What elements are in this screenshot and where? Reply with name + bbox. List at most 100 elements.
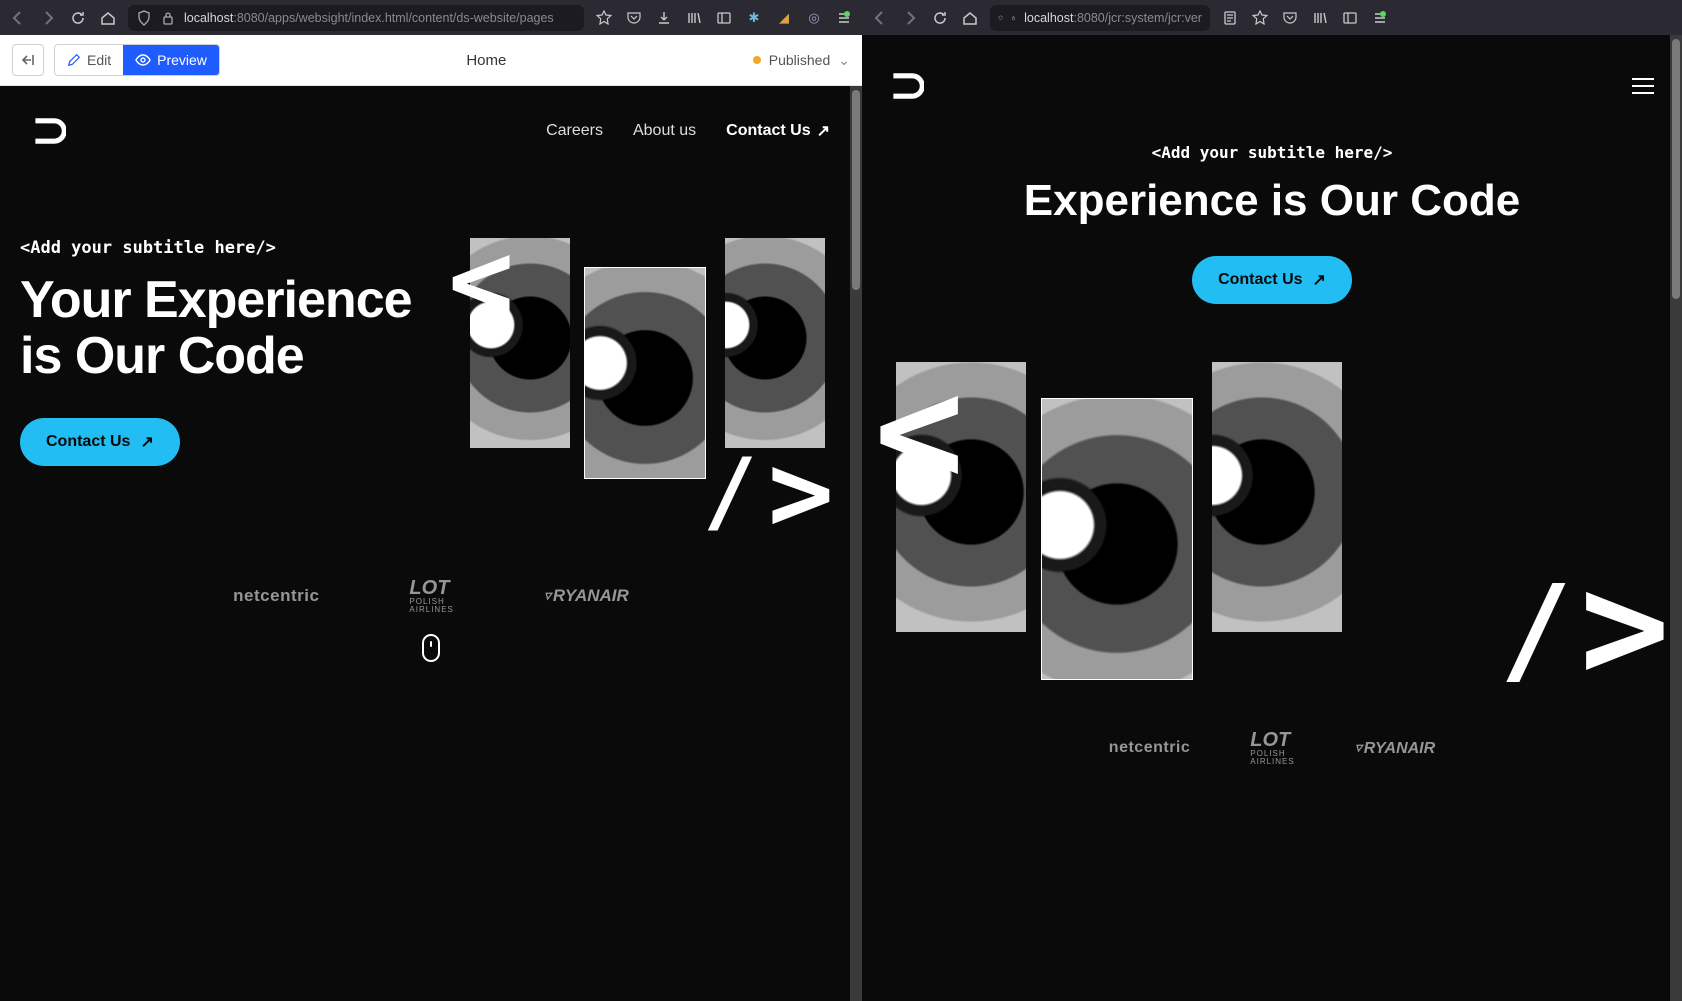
arrow-right-icon	[40, 10, 56, 26]
url-bar-right[interactable]: localhost:8080/jcr:system/jcr:ver	[990, 5, 1210, 31]
library-icon	[1312, 10, 1328, 26]
library-button[interactable]	[1310, 8, 1330, 28]
hero-section: <Add your subtitle here/> Your Experienc…	[0, 148, 862, 548]
browser-window-left: localhost:8080/apps/websight/index.html/…	[0, 0, 862, 1001]
hero-image-center	[1042, 399, 1192, 679]
status-dot-icon	[753, 56, 761, 64]
cms-preview-tab[interactable]: Preview	[123, 45, 219, 75]
cms-status[interactable]: Published ⌄	[753, 52, 850, 69]
downloads-button[interactable]	[654, 8, 674, 28]
shield-icon	[998, 10, 1003, 26]
app-menu-button[interactable]	[834, 8, 854, 28]
reader-mode-button[interactable]	[1220, 8, 1240, 28]
reload-button[interactable]	[930, 8, 950, 28]
scrollbar-thumb[interactable]	[1672, 39, 1680, 299]
hero-cta-button[interactable]: Contact Us ↗	[20, 418, 180, 466]
hamburger-menu-button[interactable]	[1632, 78, 1654, 94]
hero-text: <Add your subtitle here/> Your Experienc…	[20, 208, 420, 548]
logo-netcentric: netcentric	[1109, 739, 1190, 757]
mobile-client-logos: netcentric LOT POLISH AIRLINES RYANAIR	[862, 704, 1682, 792]
extension-1-button[interactable]: ✱	[744, 8, 764, 28]
lot-sub: POLISH AIRLINES	[1250, 750, 1294, 766]
pocket-button[interactable]	[624, 8, 644, 28]
home-button[interactable]	[98, 8, 118, 28]
nav-contact[interactable]: Contact Us ↗	[726, 121, 830, 141]
eye-icon	[135, 52, 151, 68]
nav-back-button[interactable]	[870, 8, 890, 28]
cms-edit-tab[interactable]: Edit	[55, 45, 123, 75]
sidebar-button[interactable]	[1340, 8, 1360, 28]
mobile-hero: <Add your subtitle here/> Experience is …	[862, 103, 1682, 304]
cta-label: Contact Us	[1218, 271, 1302, 289]
sidebar-icon	[1342, 10, 1358, 26]
arrow-left-icon	[872, 10, 888, 26]
pocket-button[interactable]	[1280, 8, 1300, 28]
url-bar-left[interactable]: localhost:8080/apps/websight/index.html/…	[128, 5, 584, 31]
bookmark-star-button[interactable]	[594, 8, 614, 28]
nav-about[interactable]: About us	[633, 122, 696, 140]
browser-toolbar-right: localhost:8080/jcr:system/jcr:ver	[862, 0, 1682, 35]
ds-logo-icon[interactable]	[890, 69, 924, 103]
nav-careers[interactable]: Careers	[546, 122, 603, 140]
chevron-down-icon: ⌄	[838, 52, 850, 69]
arrow-right-icon	[902, 10, 918, 26]
hero-subtitle: <Add your subtitle here/>	[20, 238, 420, 258]
nav-contact-label: Contact Us	[726, 122, 810, 140]
cta-label: Contact Us	[46, 433, 130, 451]
hero-image-center	[585, 268, 705, 478]
mobile-site-header	[862, 35, 1682, 103]
ds-logo-icon[interactable]	[32, 114, 66, 148]
extension-3-button[interactable]: ◎	[804, 8, 824, 28]
edit-label: Edit	[87, 52, 111, 68]
preview-scrollbar[interactable]	[1670, 35, 1682, 1001]
hero-art: < / >	[440, 208, 842, 548]
cms-mode-toggle: Edit Preview	[54, 44, 220, 76]
lock-icon	[160, 10, 176, 26]
library-icon	[686, 10, 702, 26]
angle-bracket-left-icon: <	[874, 344, 964, 518]
nav-forward-button[interactable]	[900, 8, 920, 28]
arrow-left-icon	[10, 10, 26, 26]
app-menu-button[interactable]	[1370, 8, 1390, 28]
extension-2-button[interactable]: ◢	[774, 8, 794, 28]
hero-cta-button[interactable]: Contact Us ↗	[1192, 256, 1352, 304]
cms-top-bar: Edit Preview Home Published ⌄	[0, 35, 862, 86]
pocket-icon	[626, 10, 642, 26]
nav-back-button[interactable]	[8, 8, 28, 28]
logo-lot: LOT POLISH AIRLINES	[1250, 730, 1294, 766]
exit-icon	[20, 52, 36, 68]
library-button[interactable]	[684, 8, 704, 28]
arrow-up-right-icon: ↗	[1313, 270, 1326, 290]
reader-icon	[1222, 10, 1238, 26]
cms-page-title: Home	[230, 52, 743, 69]
preview-scrollbar[interactable]	[850, 86, 862, 1001]
scroll-hint	[0, 634, 862, 672]
logo-ryanair: RYANAIR	[1355, 739, 1435, 758]
client-logos: netcentric LOT POLISH AIRLINES RYANAIR	[0, 548, 862, 634]
reload-button[interactable]	[68, 8, 88, 28]
slash-icon: /	[1500, 561, 1572, 700]
mobile-hero-art: < / >	[874, 344, 1670, 704]
download-icon	[656, 10, 672, 26]
arrow-up-right-icon: ↗	[140, 432, 153, 452]
home-icon	[100, 10, 116, 26]
bookmark-star-button[interactable]	[1250, 8, 1270, 28]
burger-line-icon	[1632, 78, 1654, 80]
star-icon	[596, 10, 612, 26]
pocket-icon	[1282, 10, 1298, 26]
scrollbar-thumb[interactable]	[852, 90, 860, 290]
hero-title: Your Experience is Our Code	[20, 272, 420, 384]
toolbar-actions-left: ✱ ◢ ◎	[594, 8, 854, 28]
slash-icon: /	[703, 439, 757, 544]
home-icon	[962, 10, 978, 26]
hero-image-right	[725, 238, 825, 448]
logo-ryanair: RYANAIR	[544, 586, 629, 606]
url-text: localhost:8080/jcr:system/jcr:ver	[1024, 11, 1202, 25]
reload-icon	[932, 10, 948, 26]
sidebar-button[interactable]	[714, 8, 734, 28]
site-header: Careers About us Contact Us ↗	[0, 86, 862, 148]
nav-forward-button[interactable]	[38, 8, 58, 28]
mouse-scroll-icon	[422, 634, 440, 662]
home-button[interactable]	[960, 8, 980, 28]
cms-back-button[interactable]	[12, 44, 44, 76]
